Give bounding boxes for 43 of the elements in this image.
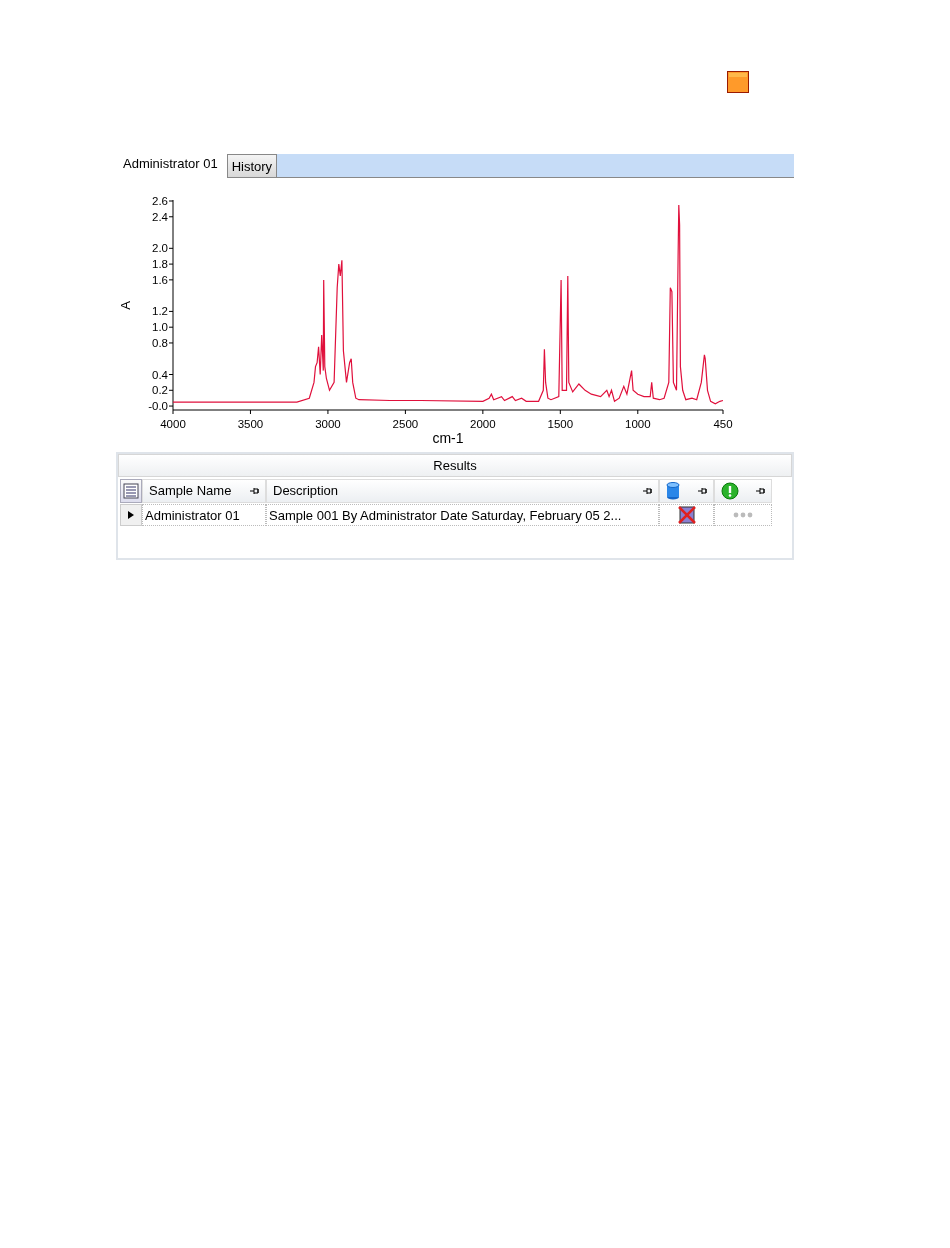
pin-icon[interactable] [249, 485, 259, 496]
x-tick-label: 4000 [160, 418, 186, 430]
column-header[interactable] [659, 478, 714, 503]
column-title: Sample Name [149, 483, 232, 498]
x-tick-label: 1500 [547, 418, 574, 430]
y-tick-label: 2.4 [152, 210, 168, 223]
pin-icon[interactable] [642, 485, 652, 496]
y-tick-label: 1.8 [152, 258, 168, 271]
y-tick-label: 0.8 [152, 336, 168, 349]
y-tick-label: 1.0 [152, 321, 168, 334]
y-tick-label: 0.2 [152, 384, 168, 397]
y-axis-label: A [118, 301, 133, 310]
pin-icon[interactable] [755, 485, 765, 496]
table-cell: Administrator 01 [145, 507, 240, 523]
y-tick-label: -0.0 [148, 400, 168, 413]
dots-icon [733, 512, 753, 518]
current-row-icon [128, 511, 134, 519]
x-tick-label: 3000 [315, 418, 341, 430]
panel-title: Results [118, 454, 792, 477]
x-tick-label: 1000 [625, 418, 651, 430]
tab[interactable]: History [226, 154, 278, 178]
table-cell: Sample 001 By Administrator Date Saturday, February 05 2... [269, 507, 622, 523]
column-header[interactable] [714, 478, 772, 503]
exclamation-icon [721, 481, 739, 500]
list-icon [123, 482, 139, 499]
y-tick-label: 2.0 [152, 242, 168, 255]
column-title: Description [273, 483, 339, 498]
x-axis-label: cm-1 [432, 430, 464, 446]
crossed-database-icon [676, 505, 697, 525]
x-tick-label: 450 [713, 418, 733, 430]
square-icon [727, 71, 749, 93]
y-tick-label: 2.6 [152, 195, 168, 207]
y-tick-label: 1.6 [152, 273, 168, 286]
database-icon [666, 481, 680, 500]
x-tick-label: 2000 [470, 418, 496, 430]
column-header[interactable]: Sample Name [142, 478, 266, 503]
y-tick-label: 0.4 [152, 368, 168, 381]
column-header[interactable]: Description [266, 478, 659, 503]
pin-icon[interactable] [697, 485, 707, 496]
x-tick-label: 2500 [392, 418, 419, 430]
row-indicator[interactable] [120, 504, 142, 526]
x-tick-label: 3500 [237, 418, 264, 430]
y-tick-label: 1.2 [152, 305, 168, 318]
